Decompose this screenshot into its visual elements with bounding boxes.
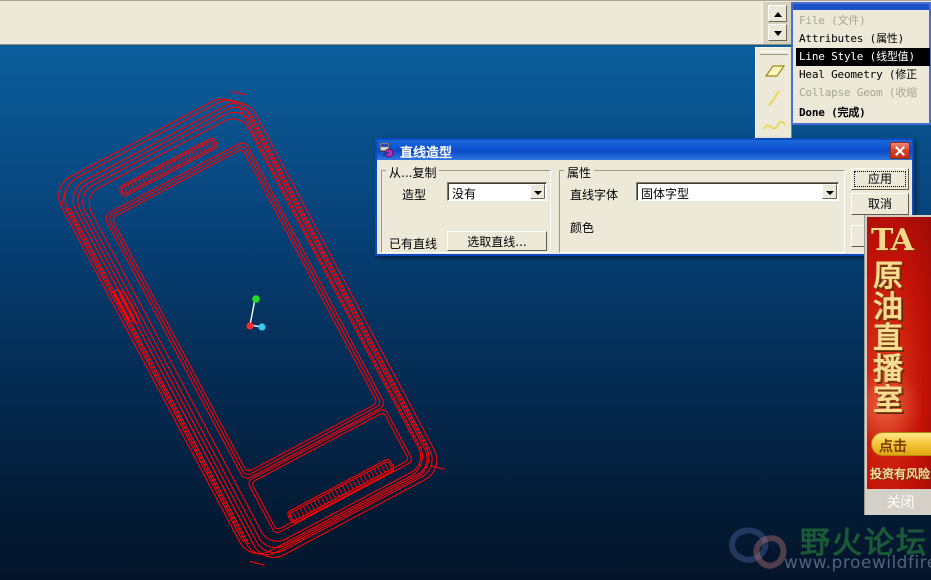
advertisement-body[interactable]: TA 原油直播室 点击 投资有风险 (867, 217, 931, 489)
menu-item-collapse-geom[interactable]: Collapse Geom (收缩 (796, 84, 930, 102)
apply-button[interactable]: 应用 (851, 168, 909, 190)
advertisement-brand: TA (871, 223, 914, 258)
triangle-down-icon (774, 31, 782, 36)
datum-axis-icon (768, 90, 780, 107)
application-window: File (文件) Attributes (属性) Line Style (线型… (0, 0, 931, 580)
datum-plane-icon (764, 65, 786, 77)
line-font-select-value: 固体字型 (641, 187, 690, 201)
cancel-button[interactable]: 取消 (851, 193, 909, 215)
close-icon[interactable] (890, 142, 910, 159)
coordinate-system-triad (246, 295, 266, 331)
menu-manager-titlebar (793, 4, 929, 10)
dialog-titlebar[interactable]: 直线造型 (377, 140, 912, 161)
datum-curve-icon (763, 120, 786, 130)
menu-item-heal-geometry[interactable]: Heal Geometry (修正 (796, 66, 930, 84)
attributes-group: 属性 直线字体 固体字型 颜色 (559, 164, 845, 253)
color-label: 颜色 (570, 221, 595, 235)
menu-item-line-style[interactable]: Line Style (线型值) (796, 48, 930, 66)
message-text-panel (0, 2, 760, 43)
advertisement-close-button[interactable]: 关闭 (867, 493, 931, 513)
advertisement-cta-button[interactable]: 点击 (871, 432, 931, 456)
advertisement-risk-text: 投资有风险 (870, 467, 931, 481)
advertisement-cta-label: 点击 (879, 439, 907, 455)
toolbar-grip[interactable] (760, 51, 788, 55)
attributes-legend: 属性 (564, 164, 595, 181)
datum-curve-button[interactable] (760, 113, 788, 139)
existing-line-label: 已有直线 (389, 237, 438, 251)
chevron-down-icon[interactable] (822, 184, 837, 199)
line-font-label: 直线字体 (570, 188, 619, 202)
line-style-icon (380, 143, 394, 158)
message-scroll-down-button[interactable] (768, 24, 787, 41)
advertisement-banner[interactable]: TA 原油直播室 点击 投资有风险 关闭 (864, 215, 931, 515)
menu-item-done[interactable]: Done (完成) (796, 104, 930, 122)
shape-select[interactable]: 没有 (447, 182, 547, 201)
datum-toolbar (755, 47, 792, 142)
shape-label: 造型 (402, 188, 427, 202)
chevron-down-icon[interactable] (530, 184, 545, 199)
menu-item-file[interactable]: File (文件) (796, 12, 930, 30)
dialog-title: 直线造型 (400, 146, 453, 161)
menu-manager: File (文件) Attributes (属性) Line Style (线型… (791, 2, 931, 125)
copy-from-legend: 从...复制 (386, 164, 440, 181)
copy-from-group: 从...复制 造型 没有 已有直线 选取直线... (381, 164, 551, 253)
cancel-button-label: 取消 (867, 197, 892, 211)
line-font-select[interactable]: 固体字型 (636, 182, 839, 201)
advertisement-headline: 原油直播室 (873, 259, 903, 418)
datum-plane-button[interactable] (760, 59, 788, 85)
focus-ring (854, 171, 906, 187)
datum-axis-button[interactable] (760, 86, 788, 112)
line-style-dialog: 直线造型 从...复制 造型 没有 已有直线 选取直线... 属性 直线字体 固… (375, 138, 914, 256)
select-line-button[interactable]: 选取直线... (447, 231, 547, 251)
menu-item-attributes[interactable]: Attributes (属性) (796, 30, 930, 48)
message-scrollbar[interactable] (762, 2, 792, 44)
advertisement-close-label: 关闭 (886, 495, 915, 511)
message-scroll-up-button[interactable] (768, 5, 787, 22)
triangle-up-icon (774, 12, 782, 17)
shape-select-value: 没有 (452, 187, 477, 201)
